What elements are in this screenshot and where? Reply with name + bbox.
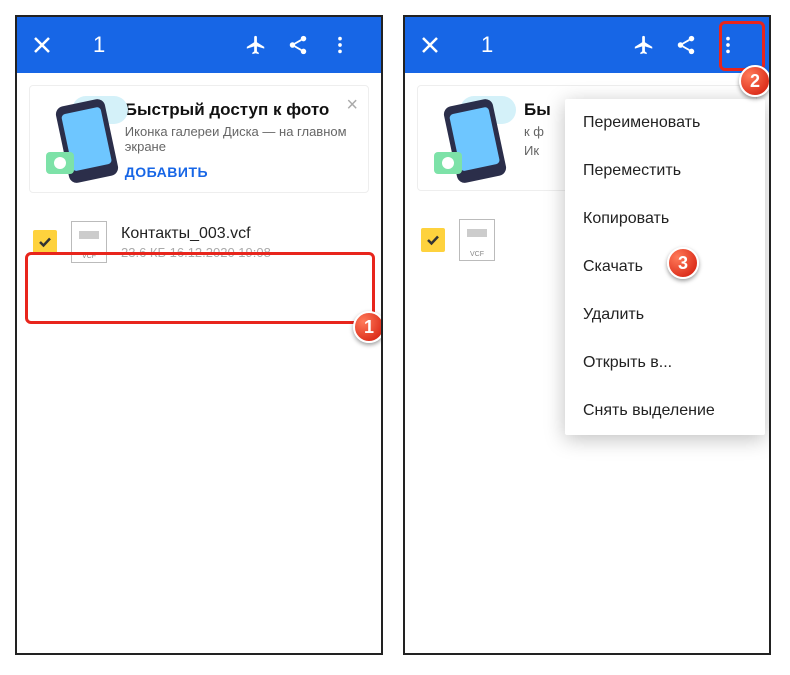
menu-open-in[interactable]: Открыть в... <box>565 339 765 387</box>
promo-text: Быстрый доступ к фото Иконка галереи Дис… <box>125 100 354 182</box>
more-menu-icon[interactable] <box>717 34 759 56</box>
callout-3: 3 <box>667 247 699 279</box>
menu-move[interactable]: Переместить <box>565 147 765 195</box>
selection-toolbar: 1 <box>405 17 769 73</box>
close-icon[interactable] <box>33 36 75 54</box>
checkbox-checked[interactable] <box>33 230 57 254</box>
file-name: Контакты_003.vcf <box>121 225 271 243</box>
offline-icon[interactable] <box>245 34 287 56</box>
checkbox-checked[interactable] <box>421 228 445 252</box>
screen-right: 1 Бы к ф Ик VCF Переименовать Переместит… <box>403 15 771 655</box>
promo-text: Бы к ф Ик <box>524 100 551 180</box>
file-row[interactable]: VCF Контакты_003.vcf 23.6 КБ 16.12.2020 … <box>25 205 373 279</box>
selection-count: 1 <box>93 32 105 58</box>
menu-delete[interactable]: Удалить <box>565 291 765 339</box>
promo-card: × Быстрый доступ к фото Иконка галереи Д… <box>29 85 369 193</box>
file-info: Контакты_003.vcf 23.6 КБ 16.12.2020 19:0… <box>121 225 271 260</box>
promo-subtitle-crop2: Ик <box>524 143 551 158</box>
share-icon[interactable] <box>287 34 329 56</box>
promo-add-button[interactable]: ДОБАВИТЬ <box>125 164 208 180</box>
callout-2: 2 <box>739 65 771 97</box>
file-thumbnail: VCF <box>71 221 107 263</box>
context-menu: Переименовать Переместить Копировать Ска… <box>565 99 765 435</box>
more-menu-icon[interactable] <box>329 34 371 56</box>
close-icon[interactable]: × <box>346 94 358 117</box>
promo-subtitle-crop: к ф <box>524 124 551 139</box>
share-icon[interactable] <box>675 34 717 56</box>
promo-illustration <box>44 100 113 180</box>
screen-left: 1 × Быстрый доступ к фото Иконка галереи… <box>15 15 383 655</box>
menu-download[interactable]: Скачать <box>565 243 765 291</box>
menu-copy[interactable]: Копировать <box>565 195 765 243</box>
close-icon[interactable] <box>421 36 463 54</box>
menu-deselect[interactable]: Снять выделение <box>565 387 765 435</box>
promo-illustration <box>432 100 512 180</box>
menu-rename[interactable]: Переименовать <box>565 99 765 147</box>
promo-title: Бы <box>524 100 551 120</box>
offline-icon[interactable] <box>633 34 675 56</box>
file-thumbnail: VCF <box>459 219 495 261</box>
promo-subtitle: Иконка галереи Диска — на главном экране <box>125 124 354 154</box>
selection-count: 1 <box>481 32 493 58</box>
file-meta: 23.6 КБ 16.12.2020 19:08 <box>121 245 271 260</box>
selection-toolbar: 1 <box>17 17 381 73</box>
callout-1: 1 <box>353 311 383 343</box>
promo-title: Быстрый доступ к фото <box>125 100 354 120</box>
